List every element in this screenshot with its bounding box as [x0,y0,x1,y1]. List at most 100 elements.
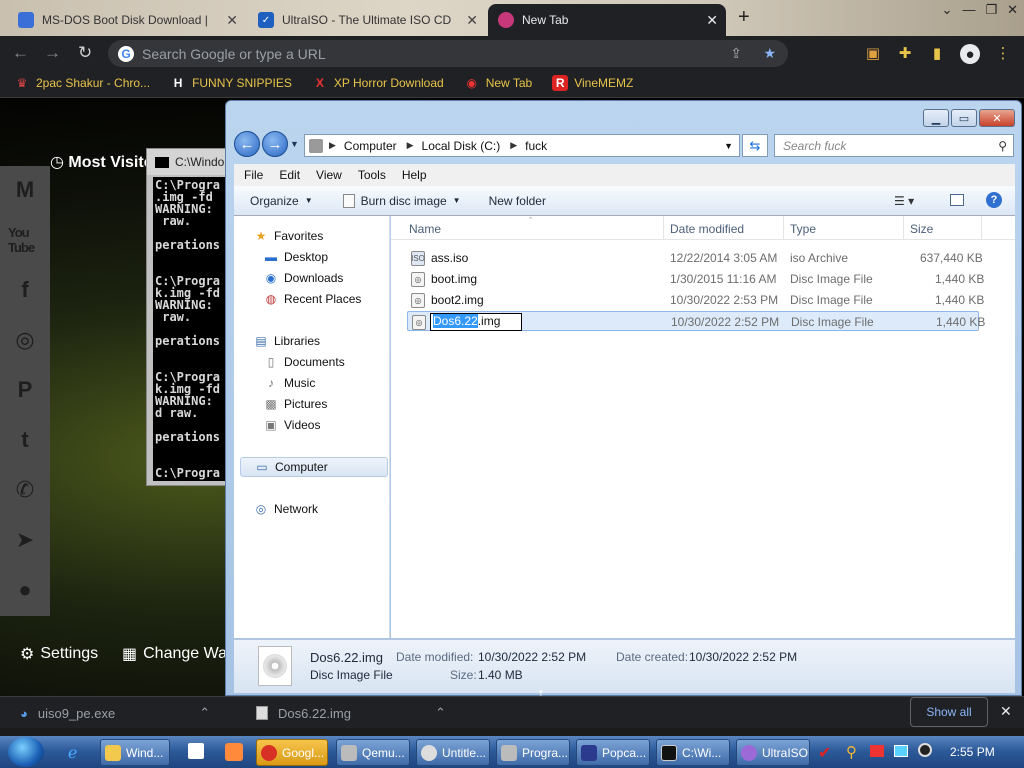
download-item-dos622[interactable]: Dos6.22.img ⌃ [256,705,446,721]
minimize-icon[interactable]: — [962,2,975,18]
menu-view[interactable]: View [316,168,342,182]
file-row[interactable]: ◎ boot2.img 10/30/2022 2:53 PM Disc Imag… [407,290,984,310]
tray-flag-icon[interactable] [870,745,884,757]
preview-pane-icon[interactable] [950,194,964,206]
profile-avatar-icon[interactable]: ● [960,44,980,64]
bookmark-new-tab[interactable]: ◉ New Tab [464,75,532,91]
back-arrow-icon[interactable]: ← [12,43,29,63]
breadcrumb-local-disk[interactable]: Local Disk (C:) [422,139,501,153]
nav-videos[interactable]: ▣ Videos [264,415,320,435]
close-tab-icon[interactable]: ✕ [226,12,238,29]
new-folder-button[interactable]: New folder [489,194,546,208]
bookmark-2pac[interactable]: ♛ 2pac Shakur - Chro... [14,75,150,91]
gmail-icon[interactable]: M [8,174,42,206]
menu-edit[interactable]: Edit [279,168,300,182]
most-visited-heading[interactable]: ◷ Most Visite [50,152,153,172]
tab-ultraiso[interactable]: ✓ UltraISO - The Ultimate ISO CD ✕ [248,4,486,36]
reload-icon[interactable]: ↻ [78,43,92,63]
change-wallpaper-link[interactable]: ▦ Change Wa [122,644,227,664]
breadcrumb-computer[interactable]: Computer [344,139,397,153]
tray-network-icon[interactable] [894,745,908,757]
facebook-icon[interactable]: f [8,274,42,306]
menu-help[interactable]: Help [402,168,427,182]
column-size[interactable]: Size [910,222,933,236]
download-item-uiso[interactable]: ◕ uiso9_pe.exe ⌃ [20,705,210,721]
nav-computer[interactable]: ▭ Computer [240,457,388,477]
column-date-modified[interactable]: Date modified [670,222,744,236]
forward-button[interactable]: → [262,131,288,157]
tab-new-tab[interactable]: New Tab ✕ [488,4,726,36]
taskbar-ultraiso[interactable]: UltraISO [736,739,810,766]
forward-arrow-icon[interactable]: → [44,43,61,63]
telegram-icon[interactable]: ➤ [8,524,42,556]
column-name[interactable]: Name [409,222,441,236]
menu-kebab-icon[interactable]: ⋮ [994,44,1012,62]
taskbar-qemu[interactable]: Qemu... [336,739,410,766]
organize-button[interactable]: Organize ▼ [250,194,313,208]
tab-msdos[interactable]: MS-DOS Boot Disk Download | ✕ [8,4,246,36]
refresh-icon[interactable]: ⇆ [742,134,768,157]
taskbar-windows[interactable]: Wind... [100,739,170,766]
menu-file[interactable]: File [244,168,263,182]
nav-music[interactable]: ♪ Music [264,373,315,393]
app-icon[interactable] [225,743,243,761]
rename-input[interactable]: Dos6.22.img [430,313,522,331]
recent-pages-chevron-icon[interactable]: ▼ [290,139,299,149]
reddit-icon[interactable]: ● [8,574,42,606]
close-tab-icon[interactable]: ✕ [706,12,718,29]
nav-downloads[interactable]: ◉ Downloads [264,268,344,288]
clock[interactable]: 2:55 PM [950,745,995,759]
nav-desktop[interactable]: ▬ Desktop [264,247,328,267]
view-options-icon[interactable]: ☰ ▾ [894,194,914,208]
nav-favorites[interactable]: ★ Favorites [254,226,324,246]
burn-disc-image-button[interactable]: Burn disc image ▼ [342,193,461,208]
tray-search-icon[interactable]: ⚲ [846,743,857,761]
omnibox[interactable]: G Search Google or type a URL ⇪ ★ [108,40,788,67]
tray-volume-icon[interactable] [918,743,932,757]
search-icon[interactable]: ⚲ [998,139,1007,153]
close-tab-icon[interactable]: ✕ [466,12,478,29]
nav-documents[interactable]: ▯ Documents [264,352,345,372]
help-icon[interactable]: ? [986,192,1002,208]
file-row-selected[interactable]: ◎ Dos6.22.img 10/30/2022 2:52 PM Disc Im… [407,311,985,331]
bookmark-funny-snippies[interactable]: H FUNNY SNIPPIES [170,75,292,91]
tray-app-icon[interactable]: ✔ [818,743,831,763]
nav-network[interactable]: ◎ Network [254,499,318,519]
start-button[interactable] [8,737,44,767]
settings-link[interactable]: ⚙ Settings [20,644,98,664]
nav-pictures[interactable]: ▩ Pictures [264,394,327,414]
ie-icon[interactable]: ℯ [68,743,77,763]
new-tab-button[interactable]: + [738,6,750,29]
pinterest-icon[interactable]: P [8,374,42,406]
youtube-icon[interactable]: You Tube [8,224,42,256]
side-panel-icon[interactable]: ▮ [928,44,946,62]
instagram-icon[interactable]: ◎ [8,324,42,356]
bookmark-star-icon[interactable]: ★ [763,45,776,62]
close-icon[interactable]: ✕ [979,109,1015,127]
nav-recent-places[interactable]: ◍ Recent Places [264,289,362,309]
menu-tools[interactable]: Tools [358,168,386,182]
taskbar-cmd[interactable]: C:\Wi... [656,739,730,766]
show-all-button[interactable]: Show all [910,697,988,727]
address-dropdown-icon[interactable]: ▼ [724,141,733,151]
file-row[interactable]: ISO ass.iso 12/22/2014 3:05 AM iso Archi… [407,248,983,268]
file-row[interactable]: ◎ boot.img 1/30/2015 11:16 AM Disc Image… [407,269,984,289]
breadcrumb-folder[interactable]: fuck [525,139,547,153]
maximize-icon[interactable]: ❐ [985,2,997,18]
share-icon[interactable]: ⇪ [730,45,742,62]
extension-cat-icon[interactable]: ▣ [864,44,882,62]
chevron-up-icon[interactable]: ⌃ [435,705,446,721]
minimize-icon[interactable]: ▁ [923,109,949,127]
whatsapp-icon[interactable]: ✆ [8,474,42,506]
twitter-icon[interactable]: t [8,424,42,456]
back-button[interactable]: ← [234,131,260,157]
close-window-icon[interactable]: ✕ [1007,2,1018,18]
extensions-puzzle-icon[interactable]: ✚ [896,44,914,62]
taskbar-untitled[interactable]: Untitle... [416,739,490,766]
nav-libraries[interactable]: ▤ Libraries [254,331,320,351]
taskbar-popcap[interactable]: Popca... [576,739,650,766]
maximize-icon[interactable]: ▭ [951,109,977,127]
cmd-title-bar[interactable]: C:\Windo [147,149,235,175]
bookmark-xp-horror[interactable]: X XP Horror Download [312,75,444,91]
taskbar-program[interactable]: Progra... [496,739,570,766]
